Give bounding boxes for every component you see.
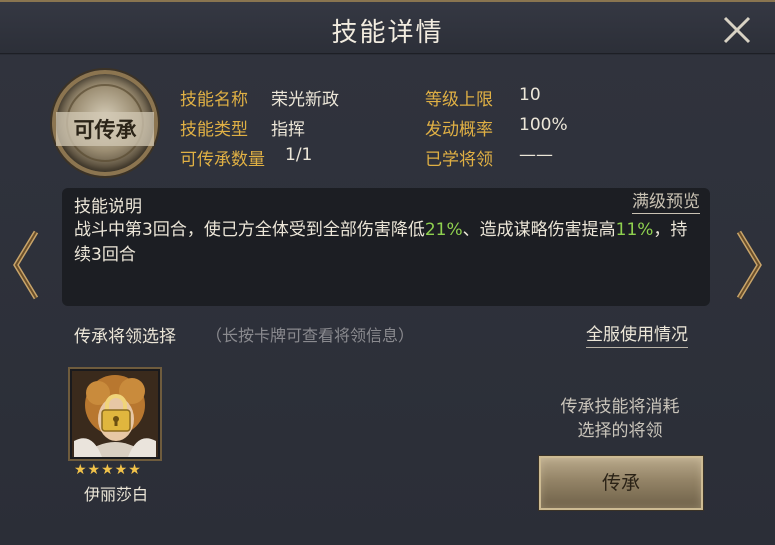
description-title: 技能说明 <box>74 197 142 217</box>
learned-generals-label: 已学将领 <box>425 150 493 170</box>
prev-skill-button[interactable] <box>12 228 40 302</box>
close-button[interactable] <box>721 14 753 46</box>
inherit-count-value: 1/1 <box>285 145 313 165</box>
max-level-preview-link[interactable]: 满级预览 <box>632 191 700 214</box>
close-icon <box>723 16 751 44</box>
long-press-hint: （长按卡牌可查看将领信息） <box>206 326 415 345</box>
badge-label: 可传承 <box>56 112 154 146</box>
next-skill-button[interactable] <box>735 228 763 302</box>
trigger-rate-label: 发动概率 <box>425 120 493 140</box>
learned-generals-value: —— <box>519 145 553 165</box>
skill-name-label: 技能名称 <box>180 90 248 110</box>
hero-card[interactable] <box>68 367 162 461</box>
level-cap-label: 等级上限 <box>425 90 493 110</box>
inherit-count-label: 可传承数量 <box>180 150 265 170</box>
strategy-damage-value: 11% <box>615 220 654 240</box>
consume-note: 传承技能将消耗 选择的将领 <box>540 395 700 443</box>
inherit-button[interactable]: 传承 <box>539 456 703 510</box>
hero-name: 伊丽莎白 <box>83 485 148 504</box>
inherit-general-selection-label: 传承将领选择 <box>74 327 176 347</box>
chevron-left-icon <box>13 230 39 300</box>
consume-note-line-1: 传承技能将消耗 <box>560 397 680 417</box>
hero-star-rating: ★★★★★ <box>74 462 142 478</box>
level-cap-value: 10 <box>519 85 541 105</box>
page-title: 技能详情 <box>331 18 444 48</box>
skill-name-value: 荣光新政 <box>271 90 339 110</box>
damage-reduction-value: 21% <box>424 220 463 240</box>
skill-type-value: 指挥 <box>271 120 305 140</box>
consume-note-line-2: 选择的将领 <box>577 421 663 441</box>
description-part-1: 战斗中第3回合，使己方全体受到全部伤害降低 <box>74 220 425 240</box>
description-part-2: 、造成谋略伤害提高 <box>462 220 616 240</box>
trigger-rate-value: 100% <box>519 115 568 135</box>
chevron-right-icon <box>736 230 762 300</box>
skill-type-label: 技能类型 <box>180 120 248 140</box>
title-bar: 技能详情 <box>0 0 775 54</box>
skill-description-box: 技能说明 满级预览 战斗中第3回合，使己方全体受到全部伤害降低21%、造成谋略伤… <box>62 188 710 306</box>
description-text: 战斗中第3回合，使己方全体受到全部伤害降低21%、造成谋略伤害提高11%，持续3… <box>74 218 704 268</box>
server-usage-link[interactable]: 全服使用情况 <box>586 320 688 348</box>
skill-badge: 可传承 <box>52 70 158 176</box>
lock-icon <box>101 394 131 432</box>
